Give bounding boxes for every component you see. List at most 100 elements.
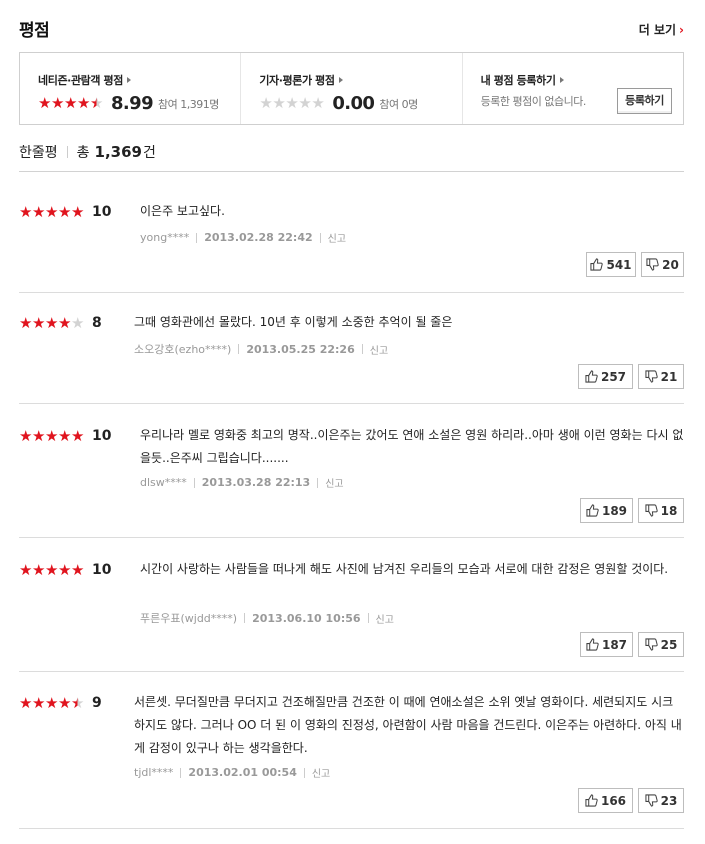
- review-text: 시간이 사랑하는 사람들을 떠나게 해도 사진에 남겨진 우리들의 모습과 서로…: [140, 562, 669, 576]
- dislike-button[interactable]: 18: [638, 498, 684, 523]
- critic-participants: 참여 0명: [379, 97, 418, 111]
- like-button[interactable]: 541: [586, 252, 636, 277]
- critic-star-rating: ★ ★ ★ ★ ★: [259, 96, 324, 111]
- review-date: 2013.03.28 22:13: [201, 476, 311, 489]
- dislike-count: 18: [660, 503, 678, 518]
- review-star-rating: ★ ★ ★ ★ ★: [19, 202, 84, 221]
- review-item: ★ ★ ★ ★ ★ 9 서른셋. 무더질만큼 무더지고 건조해질만큼 건조한 이 때에 연애…: [19, 672, 684, 829]
- star-icon: ★: [77, 94, 91, 112]
- thumbs-down-icon: [646, 258, 659, 271]
- star-icon: ★: [45, 693, 59, 712]
- star-icon: ★: [71, 560, 85, 579]
- vote-buttons: 187 25: [580, 632, 684, 657]
- dislike-button[interactable]: 20: [641, 252, 684, 277]
- dislike-count: 23: [660, 793, 678, 808]
- vote-buttons: 166 23: [578, 788, 684, 813]
- report-link[interactable]: 신고: [376, 611, 394, 626]
- dislike-button[interactable]: 23: [638, 788, 684, 813]
- review-user[interactable]: yong****: [140, 231, 189, 244]
- review-meta: yong**** 2013.02.28 22:42 신고: [140, 230, 346, 245]
- star-icon: ★: [32, 693, 46, 712]
- star-icon: ★: [38, 94, 52, 112]
- review-user[interactable]: dlsw****: [140, 476, 187, 489]
- section-header: 평점 더 보기 ›: [19, 16, 684, 42]
- review-star-rating: ★ ★ ★ ★ ★: [19, 426, 84, 445]
- star-icon: ★: [19, 560, 33, 579]
- divider: [66, 146, 68, 158]
- thumbs-down-icon: [645, 504, 658, 517]
- review-text: 그때 영화관에선 몰랐다. 10년 후 이렇게 소중한 추억이 될 줄은: [134, 315, 453, 329]
- dislike-button[interactable]: 25: [638, 632, 684, 657]
- star-icon: ★: [45, 313, 59, 332]
- review-item: ★ ★ ★ ★ ★ 10 시간이 사랑하는 사람들을 떠나게 해도 사진에 남겨진 우리들의…: [19, 538, 684, 672]
- total-unit: 건: [142, 145, 156, 161]
- like-count: 541: [606, 257, 632, 272]
- review-user[interactable]: 소오강호(ezho****): [134, 341, 231, 357]
- review-score: 8: [92, 315, 102, 331]
- review-rating: ★ ★ ★ ★ ★ 10: [19, 428, 111, 444]
- report-link[interactable]: 신고: [328, 230, 346, 245]
- star-icon: ★: [45, 560, 59, 579]
- like-button[interactable]: 257: [578, 364, 633, 389]
- review-date: 2013.05.25 22:26: [246, 342, 355, 356]
- review-meta: 소오강호(ezho****) 2013.05.25 22:26 신고: [134, 341, 388, 357]
- review-meta: tjdl**** 2013.02.01 00:54 신고: [134, 765, 330, 780]
- review-meta: dlsw**** 2013.03.28 22:13 신고: [140, 475, 344, 490]
- star-icon: ★: [19, 202, 33, 221]
- like-count: 187: [601, 637, 628, 652]
- my-score-panel: 내 평점 등록하기 등록한 평점이 없습니다. 등록하기: [461, 53, 683, 124]
- triangle-right-icon: [338, 77, 343, 83]
- star-icon: ★: [19, 693, 33, 712]
- netizen-score-panel: 네티즌·관람객 평점 ★ ★ ★ ★ ★ 8.99 참여 1,391명: [20, 53, 240, 124]
- vote-buttons: 257 21: [578, 364, 684, 389]
- review-count-line: 한줄평 총 1,369 건: [19, 140, 156, 164]
- review-item: ★ ★ ★ ★ ★ 8 그때 영화관에선 몰랐다. 10년 후 이렇게 소중한 추억이 될 …: [19, 293, 684, 404]
- review-item: ★ ★ ★ ★ ★ 10 이은주 보고싶다. yong**** 2013.02.28 22:42…: [19, 172, 684, 293]
- thumbs-up-icon: [590, 258, 604, 271]
- thumbs-up-icon: [585, 370, 598, 383]
- star-icon: ★: [285, 94, 299, 112]
- star-icon: ★: [45, 426, 59, 445]
- star-icon: ★: [71, 693, 85, 712]
- score-summary-box: 네티즌·관람객 평점 ★ ★ ★ ★ ★ 8.99 참여 1,391명 기자·평론가 평…: [19, 52, 684, 125]
- star-icon: ★: [19, 313, 33, 332]
- one-line-review-label: 한줄평: [19, 145, 58, 161]
- netizen-score-link[interactable]: 네티즌·관람객 평점: [38, 72, 240, 88]
- thumbs-up-icon: [586, 504, 599, 517]
- my-score-link[interactable]: 내 평점 등록하기: [481, 72, 683, 88]
- more-link[interactable]: 더 보기 ›: [639, 21, 684, 38]
- total-count: 1,369: [94, 143, 142, 161]
- review-user[interactable]: 푸른우표(wjdd****): [140, 610, 237, 626]
- star-icon: ★: [32, 560, 46, 579]
- star-icon: ★: [298, 94, 312, 112]
- critic-score-link[interactable]: 기자·평론가 평점: [259, 72, 461, 88]
- report-link[interactable]: 신고: [370, 342, 388, 357]
- divider: [180, 767, 182, 778]
- register-rating-button[interactable]: 등록하기: [617, 88, 672, 114]
- report-link[interactable]: 신고: [325, 475, 343, 490]
- star-icon: ★: [64, 94, 78, 112]
- netizen-score: 8.99: [111, 93, 154, 114]
- review-score: 10: [92, 204, 112, 220]
- review-date: 2013.02.01 00:54: [188, 766, 297, 779]
- dislike-count: 21: [660, 369, 678, 384]
- divider: [361, 344, 363, 354]
- like-button[interactable]: 189: [580, 498, 633, 523]
- thumbs-up-icon: [585, 794, 598, 807]
- star-icon: ★: [58, 426, 72, 445]
- review-score: 9: [92, 695, 102, 711]
- report-link[interactable]: 신고: [312, 765, 330, 780]
- like-button[interactable]: 187: [580, 632, 633, 657]
- review-star-rating: ★ ★ ★ ★ ★: [19, 693, 85, 712]
- divider: [319, 232, 321, 243]
- star-icon: ★: [90, 94, 104, 112]
- section-title: 평점: [19, 21, 50, 41]
- review-user[interactable]: tjdl****: [134, 766, 173, 779]
- star-icon: ★: [32, 313, 46, 332]
- netizen-star-rating: ★ ★ ★ ★ ★: [38, 96, 103, 111]
- review-rating: ★ ★ ★ ★ ★ 9: [19, 695, 102, 711]
- like-button[interactable]: 166: [578, 788, 633, 813]
- star-icon: ★: [19, 426, 33, 445]
- divider: [244, 613, 246, 623]
- dislike-button[interactable]: 21: [638, 364, 684, 389]
